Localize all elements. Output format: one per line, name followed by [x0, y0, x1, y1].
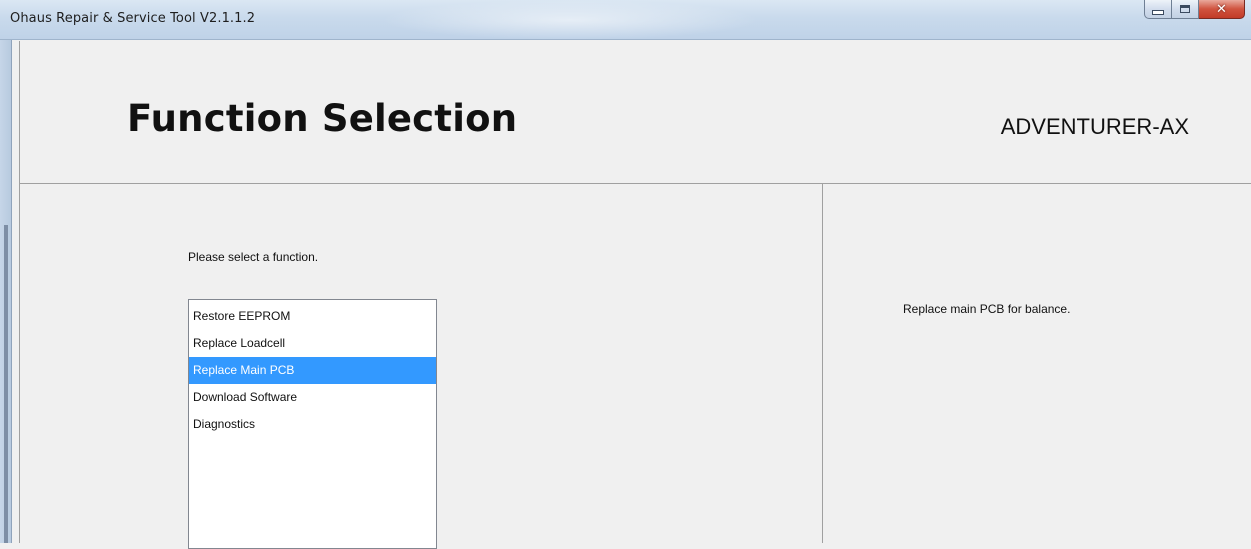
- list-item-restore-eeprom[interactable]: Restore EEPROM: [189, 303, 436, 330]
- window-controls: ✕: [1144, 0, 1245, 20]
- client-area: Function Selection ADVENTURER-AX Please …: [19, 41, 1251, 549]
- function-panel: Please select a function. Restore EEPROM…: [19, 184, 823, 549]
- list-item-replace-loadcell[interactable]: Replace Loadcell: [189, 330, 436, 357]
- description-panel: Replace main PCB for balance.: [823, 184, 1251, 543]
- frame-edge-bar: [4, 225, 8, 543]
- function-description: Replace main PCB for balance.: [903, 302, 1071, 316]
- function-listbox[interactable]: Restore EEPROM Replace Loadcell Replace …: [188, 299, 437, 549]
- maximize-button[interactable]: [1172, 0, 1199, 19]
- list-item-replace-main-pcb[interactable]: Replace Main PCB: [189, 357, 436, 384]
- maximize-icon: [1180, 5, 1190, 13]
- model-name: ADVENTURER-AX: [1000, 114, 1189, 139]
- function-prompt: Please select a function.: [188, 250, 319, 264]
- close-icon: ✕: [1216, 1, 1227, 17]
- minimize-button[interactable]: [1144, 0, 1172, 19]
- title-bar[interactable]: Ohaus Repair & Service Tool V2.1.1.2 ✕: [0, 0, 1251, 40]
- page-title: Function Selection: [127, 97, 518, 140]
- minimize-icon: [1152, 9, 1164, 15]
- header-panel: Function Selection ADVENTURER-AX: [19, 41, 1251, 184]
- close-button[interactable]: ✕: [1199, 0, 1245, 19]
- list-item-download-software[interactable]: Download Software: [189, 384, 436, 411]
- window-title: Ohaus Repair & Service Tool V2.1.1.2: [10, 11, 256, 26]
- list-item-diagnostics[interactable]: Diagnostics: [189, 411, 436, 438]
- window-frame-left: [0, 40, 12, 543]
- title-bar-glow: [380, 0, 760, 40]
